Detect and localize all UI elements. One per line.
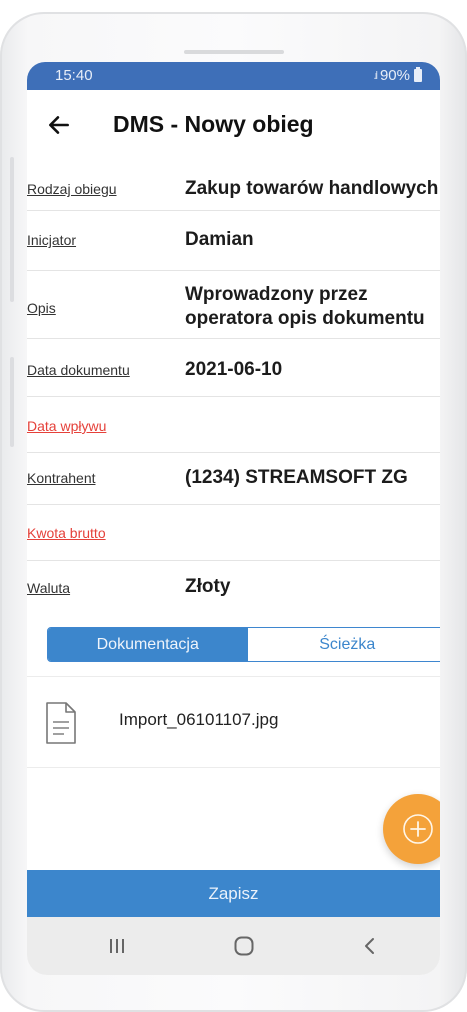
screen: 15:40 .ıl 90% DMS - Nowy obieg Rodzaj ob… (27, 62, 440, 975)
field-label: Opis (27, 300, 56, 316)
status-bar: 15:40 .ıl 90% (27, 62, 440, 90)
field-inicjator[interactable]: Inicjator Damian (27, 210, 440, 271)
field-label: Inicjator (27, 232, 77, 248)
plus-circle-icon (403, 814, 433, 844)
field-data-dokumentu[interactable]: Data dokumentu 2021-06-10 (27, 338, 440, 397)
tab-sciezka[interactable]: Ścieżka (247, 628, 440, 661)
field-label: Data dokumentu (27, 362, 130, 378)
field-label: Waluta (27, 580, 71, 596)
field-kwota-brutto[interactable]: Kwota brutto (27, 504, 440, 561)
app-bar: DMS - Nowy obieg (27, 90, 440, 160)
save-button[interactable]: Zapisz (27, 870, 440, 917)
field-value: Złoty (185, 576, 231, 597)
segmented-tabs: Dokumentacja Ścieżka (47, 627, 440, 662)
battery-icon (414, 67, 422, 82)
add-button[interactable] (383, 794, 440, 864)
field-value: 2021-06-10 (185, 359, 283, 380)
status-time: 15:40 (55, 67, 93, 84)
field-value: Zakup towarów handlowych (185, 178, 439, 199)
battery-level: 90% (379, 67, 410, 84)
field-rodzaj-obiegu[interactable]: Rodzaj obiegu Zakup towarów handlowych (27, 160, 440, 211)
field-label: Rodzaj obiegu (27, 181, 117, 197)
signal-icon: .ıl (373, 69, 377, 82)
field-data-wplywu[interactable]: Data wpływu (27, 396, 440, 453)
attachment-item[interactable]: Import_06101107.jpg (27, 676, 440, 768)
field-kontrahent[interactable]: Kontrahent (1234) STREAMSOFT ZG (27, 452, 440, 505)
field-opis[interactable]: Opis Wprowadzony przez operatora opis do… (27, 270, 440, 339)
field-waluta[interactable]: Waluta Złoty (27, 560, 440, 612)
home-icon[interactable] (224, 931, 264, 961)
field-label-required: Kwota brutto (27, 525, 106, 541)
field-value: (1234) STREAMSOFT ZG (185, 467, 408, 488)
field-label: Kontrahent (27, 470, 96, 486)
page-title: DMS - Nowy obieg (113, 111, 314, 137)
tab-dokumentacja[interactable]: Dokumentacja (48, 628, 248, 661)
attachment-name: Import_06101107.jpg (119, 710, 279, 729)
system-nav-bar (27, 917, 440, 975)
volume-button (10, 157, 14, 302)
earpiece (184, 50, 284, 54)
arrow-left-icon[interactable] (46, 112, 72, 138)
status-right: .ıl 90% (373, 67, 422, 84)
recent-apps-icon[interactable] (97, 931, 137, 961)
field-value: Damian (185, 229, 254, 250)
field-value: Wprowadzony przez operatora opis dokumen… (185, 284, 425, 329)
back-icon[interactable] (350, 931, 390, 961)
document-icon (46, 702, 76, 744)
power-button (10, 357, 14, 447)
field-label-required: Data wpływu (27, 418, 107, 434)
